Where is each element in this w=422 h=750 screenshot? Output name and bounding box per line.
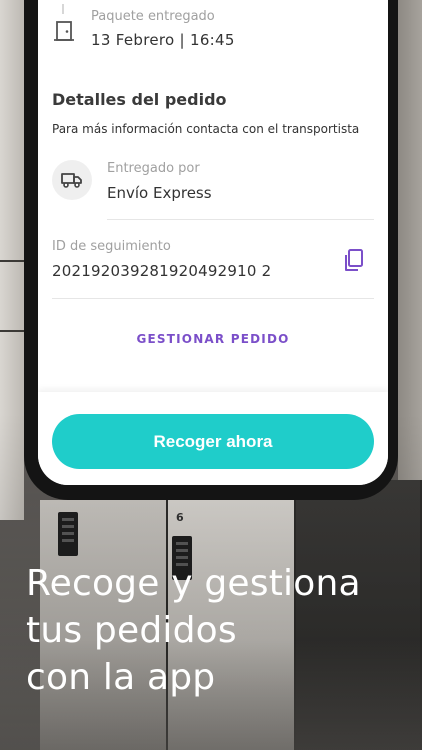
delivery-status-row: Paquete entregado 13 Febrero | 16:45	[38, 4, 388, 49]
section-subtitle: Para más información contacta con el tra…	[52, 122, 360, 136]
carrier-label: Entregado por	[107, 161, 200, 176]
carrier-avatar	[52, 160, 92, 200]
divider	[52, 298, 374, 299]
section-title: Detalles del pedido	[52, 90, 227, 109]
tracking-id: 202192039281920492910 2	[52, 262, 272, 280]
phone-screen: Paquete entregado 13 Febrero | 16:45 Det…	[38, 0, 388, 485]
status-label: Paquete entregado	[91, 9, 215, 24]
door-icon	[54, 21, 74, 41]
timeline-line	[62, 4, 64, 14]
copy-icon[interactable]	[342, 248, 366, 274]
headline-line-2: tus pedidos	[26, 610, 237, 651]
headline-line-1: Recoge y gestiona	[26, 563, 361, 604]
headline-line-3: con la app	[26, 657, 216, 698]
status-date: 13 Febrero | 16:45	[91, 31, 235, 49]
manage-order-link[interactable]: GESTIONAR PEDIDO	[38, 332, 388, 346]
divider	[107, 219, 374, 220]
promo-headline: Recoge y gestiona tus pedidos con la app	[26, 560, 406, 701]
action-footer: Recoger ahora	[38, 392, 388, 485]
truck-icon	[61, 173, 82, 188]
tracking-label: ID de seguimiento	[52, 239, 171, 254]
carrier-name: Envío Express	[107, 184, 212, 202]
pickup-now-button[interactable]: Recoger ahora	[52, 414, 374, 469]
